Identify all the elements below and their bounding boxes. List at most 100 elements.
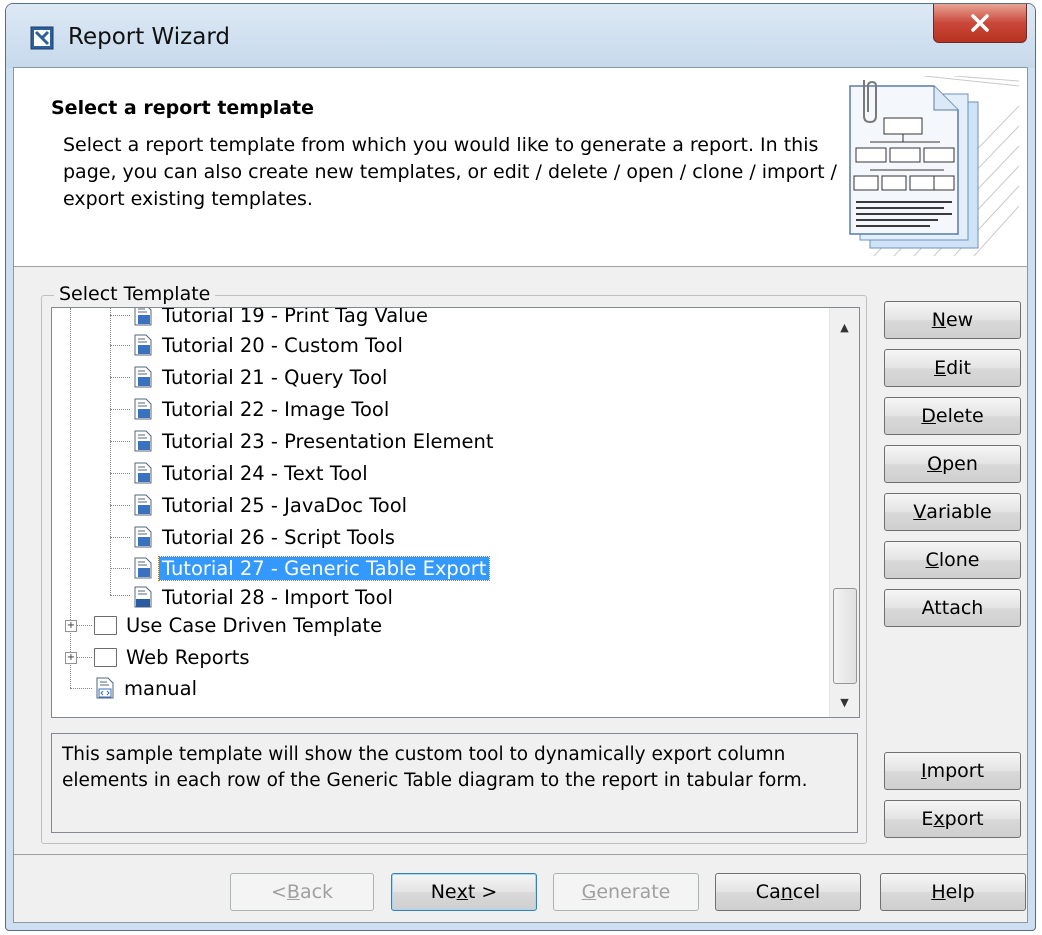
button-label: enerate [596, 881, 671, 903]
import-button[interactable]: Import [884, 752, 1021, 790]
button-label: dit [946, 357, 971, 379]
tree-item-label: Tutorial 28 - Import Tool [162, 585, 393, 609]
mnemonic-key: B [286, 881, 300, 903]
expand-icon[interactable]: + [65, 620, 77, 632]
tree-guide-line [110, 505, 130, 506]
tree-item-tutorial-20[interactable]: Tutorial 20 - Custom Tool [132, 330, 406, 360]
template-doc-icon [134, 430, 152, 452]
xml-doc-icon [96, 677, 114, 699]
button-label: pen [942, 453, 978, 475]
button-label: elp [945, 881, 975, 903]
template-doc-icon [134, 308, 152, 326]
footer-separator [14, 854, 1027, 855]
scroll-down-arrow-icon[interactable]: ▼ [830, 689, 859, 715]
clone-button[interactable]: Clone [884, 541, 1021, 579]
new-button[interactable]: New [884, 301, 1021, 339]
tree-item-tutorial-22[interactable]: Tutorial 22 - Image Tool [132, 394, 392, 424]
tree-item-tutorial-26[interactable]: Tutorial 26 - Script Tools [132, 522, 398, 552]
button-label: cel [792, 881, 821, 903]
button-label: Ne [430, 881, 457, 903]
next-button[interactable]: Ne x t > [391, 873, 537, 911]
tree-item-tutorial-24[interactable]: Tutorial 24 - Text Tool [132, 458, 371, 488]
tree-item-web-reports[interactable]: Web Reports [94, 642, 253, 672]
tree-item-tutorial-28[interactable]: Tutorial 28 - Import Tool [132, 582, 396, 612]
expand-icon[interactable]: + [65, 652, 77, 664]
export-button[interactable]: Ex port [884, 800, 1021, 838]
tree-item-tutorial-25[interactable]: Tutorial 25 - JavaDoc Tool [132, 490, 410, 520]
button-label: lone [938, 549, 980, 571]
page-title: Select a report template [51, 97, 315, 119]
mnemonic-key: D [921, 405, 936, 427]
mnemonic-key: C [925, 549, 939, 571]
mnemonic-key: G [581, 881, 597, 903]
scroll-up-arrow-icon[interactable]: ▲ [830, 314, 859, 340]
template-doc-icon [134, 398, 152, 420]
button-label: ew [945, 309, 974, 331]
open-button[interactable]: Open [884, 445, 1021, 483]
page-description: Select a report template from which you … [63, 134, 837, 210]
template-doc-icon [134, 494, 152, 516]
close-icon [971, 14, 989, 32]
tree-item-label: Tutorial 21 - Query Tool [162, 365, 388, 389]
variable-button[interactable]: Variable [884, 493, 1021, 531]
tree-item-label: Tutorial 26 - Script Tools [162, 525, 395, 549]
template-doc-icon [134, 462, 152, 484]
button-label: t > [467, 881, 498, 903]
button-label: Attach [921, 597, 984, 619]
button-label: port [944, 808, 984, 830]
tree-item-label: Tutorial 27 - Generic Table Export [157, 555, 491, 581]
tree-item-use-case-driven-template[interactable]: Use Case Driven Template [94, 610, 385, 640]
tree-item-label: Web Reports [126, 645, 250, 669]
tree-item-tutorial-19[interactable]: Tutorial 19 - Print Tag Value [132, 307, 431, 330]
folder-icon [94, 615, 117, 635]
mnemonic-key: n [780, 881, 793, 903]
report-wizard-window: Report Wizard Select a report template S… [5, 3, 1036, 931]
select-template-label: Select Template [54, 283, 216, 305]
scrollbar-thumb[interactable] [833, 588, 857, 684]
mnemonic-key: H [931, 881, 946, 903]
folder-icon [94, 647, 117, 667]
tree-item-label: Tutorial 20 - Custom Tool [162, 333, 403, 357]
template-doc-icon [134, 334, 152, 356]
mnemonic-key: O [927, 453, 943, 475]
button-label: < [270, 881, 287, 903]
button-label: E [921, 808, 934, 830]
tree-item-tutorial-27[interactable]: Tutorial 27 - Generic Table Export [132, 553, 491, 583]
tree-guide-line [110, 308, 111, 595]
template-doc-icon [134, 366, 152, 388]
help-button[interactable]: Help [880, 873, 1026, 911]
mnemonic-key: V [913, 501, 927, 523]
tree-item-label: Use Case Driven Template [126, 613, 383, 637]
tree-item-tutorial-23[interactable]: Tutorial 23 - Presentation Element [132, 426, 497, 456]
tree-item-label: Tutorial 23 - Presentation Element [162, 429, 494, 453]
tree-guide-line [110, 441, 130, 442]
delete-button[interactable]: Delete [884, 397, 1021, 435]
tree-item-manual[interactable]: manual [94, 673, 200, 703]
edit-button[interactable]: Edit [884, 349, 1021, 387]
tree-guide-line [110, 315, 130, 316]
back-button[interactable]: < Back [230, 873, 374, 911]
button-label: mport [926, 760, 985, 782]
tree-item-tutorial-21[interactable]: Tutorial 21 - Query Tool [132, 362, 390, 392]
window-title: Report Wizard [68, 24, 230, 50]
mnemonic-key: x [933, 808, 945, 830]
report-wizard-app-icon [30, 26, 54, 50]
mnemonic-key: N [931, 309, 946, 331]
button-label: ariable [926, 501, 992, 523]
generate-button[interactable]: Generate [553, 873, 699, 911]
template-tree[interactable]: Tutorial 19 - Print Tag Value Tutorial 2… [51, 307, 860, 718]
template-description: This sample template will show the custo… [51, 733, 858, 833]
tree-item-label: Tutorial 22 - Image Tool [162, 397, 390, 421]
tree-guide-line [110, 473, 130, 474]
tree-guide-line [110, 568, 130, 569]
close-button[interactable] [933, 4, 1027, 43]
mnemonic-key: E [934, 357, 947, 379]
button-label: elete [935, 405, 984, 427]
cancel-button[interactable]: Ca n cel [715, 873, 861, 911]
attach-button[interactable]: Attach [884, 589, 1021, 627]
tree-item-label: Tutorial 19 - Print Tag Value [162, 307, 428, 327]
tree-vertical-scrollbar[interactable]: ▲ ▼ [829, 308, 859, 717]
template-doc-icon [134, 557, 152, 579]
tree-guide-line [110, 595, 130, 596]
title-bar: Report Wizard [6, 4, 1035, 68]
